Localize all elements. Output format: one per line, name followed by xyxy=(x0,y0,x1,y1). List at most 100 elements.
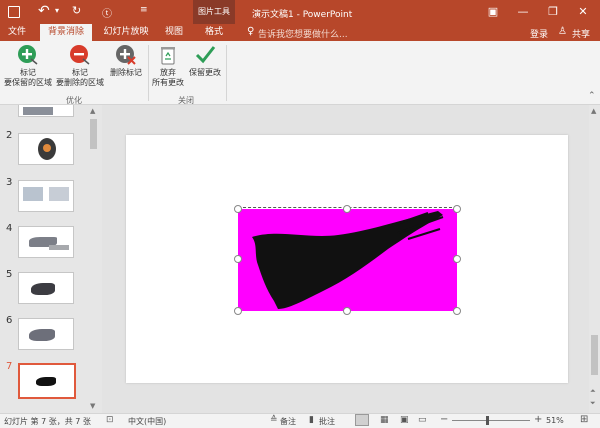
notes-icon[interactable]: ≙ xyxy=(270,415,278,425)
collapse-ribbon-icon[interactable]: ⌃ xyxy=(588,91,596,101)
keep-area-marquee[interactable] xyxy=(238,207,457,309)
tab-slideshow[interactable]: 幻灯片放映 xyxy=(100,24,152,41)
comments-icon[interactable]: ▮ xyxy=(309,415,314,425)
mark-remove-icon xyxy=(69,44,91,66)
resize-handle-n[interactable] xyxy=(343,205,351,213)
ribbon-panel: 标记 要保留的区域 标记 要删除的区域 删除标记 优化 放弃 所有更改 保留更改… xyxy=(0,41,600,105)
slideshow-view-icon[interactable]: ▭ xyxy=(418,415,427,425)
mark-keep-label-1: 标记 xyxy=(20,68,36,77)
scrollbar-thumb[interactable] xyxy=(90,119,97,149)
slide-thumbnail-pane: 2 3 4 5 6 7 ▲ ▼ xyxy=(0,105,102,413)
slide-sorter-icon[interactable]: ▦ xyxy=(380,415,389,425)
slide-number: 6 xyxy=(6,315,13,326)
qat-custom-dropdown-icon[interactable]: ≡ xyxy=(140,5,148,15)
slide-canvas[interactable] xyxy=(126,135,568,383)
resize-handle-w[interactable] xyxy=(234,255,242,263)
resize-handle-s[interactable] xyxy=(343,307,351,315)
thumbnail-image xyxy=(36,377,56,386)
scroll-up-icon[interactable]: ▲ xyxy=(90,107,95,115)
scrollbar-thumb[interactable] xyxy=(591,335,598,375)
mark-remove-label-1: 标记 xyxy=(72,68,88,77)
thumbnail-scrollbar[interactable]: ▲ ▼ xyxy=(88,105,99,413)
discard-label-1: 放弃 xyxy=(160,68,176,77)
mark-remove-label-2: 要删除的区域 xyxy=(56,78,104,87)
thumbnail-image xyxy=(29,329,55,341)
discard-changes-button[interactable]: 放弃 所有更改 xyxy=(150,44,186,88)
keep-changes-button[interactable]: 保留更改 xyxy=(186,44,224,78)
zoom-out-icon[interactable]: − xyxy=(440,414,448,425)
scroll-up-icon[interactable]: ▲ xyxy=(591,107,596,115)
save-icon[interactable] xyxy=(8,6,20,18)
document-title: 演示文稿1 - PowerPoint xyxy=(252,10,353,20)
slide-number: 5 xyxy=(6,269,13,280)
close-icon[interactable]: ✕ xyxy=(568,0,598,24)
slide-number: 4 xyxy=(6,223,13,234)
notes-button[interactable]: 备注 xyxy=(280,416,296,427)
zoom-in-icon[interactable]: + xyxy=(534,414,542,425)
editor-scrollbar[interactable]: ▲ ⏶ ⏷ xyxy=(589,105,600,413)
mark-keep-button[interactable]: 标记 要保留的区域 xyxy=(2,44,54,88)
resize-handle-ne[interactable] xyxy=(453,205,461,213)
zoom-slider[interactable] xyxy=(452,416,530,425)
mark-keep-label-2: 要保留的区域 xyxy=(4,78,52,87)
slide-thumbnail-3[interactable] xyxy=(18,180,74,212)
keep-changes-label: 保留更改 xyxy=(189,68,221,77)
ribbon-display-icon[interactable]: ▣ xyxy=(478,0,508,24)
ribbon-tabs: 文件 背景消除 幻灯片放映 视图 格式 ♀ 告诉我您想要做什么... 登录 ♙ … xyxy=(0,24,600,41)
contextual-tool-header: 图片工具 xyxy=(193,0,235,24)
normal-view-icon[interactable] xyxy=(355,414,369,426)
start-slideshow-icon[interactable]: ↻ xyxy=(72,4,81,17)
slide-thumbnail-2[interactable] xyxy=(18,133,74,165)
qat-custom-icon[interactable]: ⓣ xyxy=(102,5,112,20)
delete-mark-icon xyxy=(115,44,137,66)
language-status[interactable]: 中文(中国) xyxy=(128,416,166,427)
tab-format[interactable]: 格式 xyxy=(197,24,231,41)
thumbnail-image xyxy=(38,138,56,160)
slide-number: 7 xyxy=(6,361,13,372)
accessibility-icon[interactable]: ⊡ xyxy=(106,415,114,425)
mark-keep-icon xyxy=(17,44,39,66)
scroll-down-icon[interactable]: ▼ xyxy=(90,402,95,410)
slide-number: 2 xyxy=(6,130,13,141)
restore-icon[interactable]: ❐ xyxy=(538,0,568,24)
undo-icon[interactable]: ↶ xyxy=(38,3,50,19)
status-bar: 幻灯片 第 7 张，共 7 张 ⊡ 中文(中国) ≙ 备注 ▮ 批注 ▦ ▣ ▭… xyxy=(0,413,600,428)
background-removal-image[interactable] xyxy=(238,207,457,311)
slide-thumbnail-6[interactable] xyxy=(18,318,74,350)
slide-editor: ▲ ⏶ ⏷ xyxy=(102,105,600,413)
zoom-level[interactable]: 51% xyxy=(546,416,564,425)
minimize-icon[interactable]: — xyxy=(508,0,538,24)
discard-label-2: 所有更改 xyxy=(152,78,184,87)
share-icon[interactable]: ♙ xyxy=(558,26,567,37)
slide-count: 幻灯片 第 7 张，共 7 张 xyxy=(4,417,91,426)
undo-dropdown-icon[interactable]: ▾ xyxy=(55,6,59,15)
comments-button[interactable]: 批注 xyxy=(319,416,335,427)
thumbnail-image xyxy=(49,245,69,250)
resize-handle-e[interactable] xyxy=(453,255,461,263)
next-slide-icon[interactable]: ⏷ xyxy=(590,399,596,408)
zoom-slider-thumb[interactable] xyxy=(486,416,489,425)
group-divider xyxy=(148,45,149,101)
delete-mark-button[interactable]: 删除标记 xyxy=(106,44,146,78)
thumbnail-image xyxy=(31,283,55,295)
slide-thumbnail-5[interactable] xyxy=(18,272,74,304)
login-link[interactable]: 登录 xyxy=(530,27,548,40)
share-button[interactable]: 共享 xyxy=(572,27,590,40)
tab-background-removal[interactable]: 背景消除 xyxy=(40,24,92,41)
resize-handle-nw[interactable] xyxy=(234,205,242,213)
thumbnail-partial[interactable] xyxy=(18,105,74,117)
reading-view-icon[interactable]: ▣ xyxy=(400,415,409,425)
resize-handle-se[interactable] xyxy=(453,307,461,315)
thumbnail-image xyxy=(49,187,69,201)
slide-thumbnail-7-selected[interactable] xyxy=(18,363,76,399)
prev-slide-icon[interactable]: ⏶ xyxy=(590,387,596,396)
tab-file[interactable]: 文件 xyxy=(3,24,31,41)
slide-thumbnail-4[interactable] xyxy=(18,226,74,258)
recycle-bin-icon xyxy=(157,44,179,66)
tab-view[interactable]: 视图 xyxy=(160,24,188,41)
resize-handle-sw[interactable] xyxy=(234,307,242,315)
mark-remove-button[interactable]: 标记 要删除的区域 xyxy=(54,44,106,88)
fit-to-window-icon[interactable]: ⊞ xyxy=(580,414,588,425)
tell-me-input[interactable]: 告诉我您想要做什么... xyxy=(258,27,348,40)
title-bar: ↶ ▾ ↻ ⓣ ≡ 图片工具 演示文稿1 - PowerPoint ▣ — ❐ … xyxy=(0,0,600,24)
